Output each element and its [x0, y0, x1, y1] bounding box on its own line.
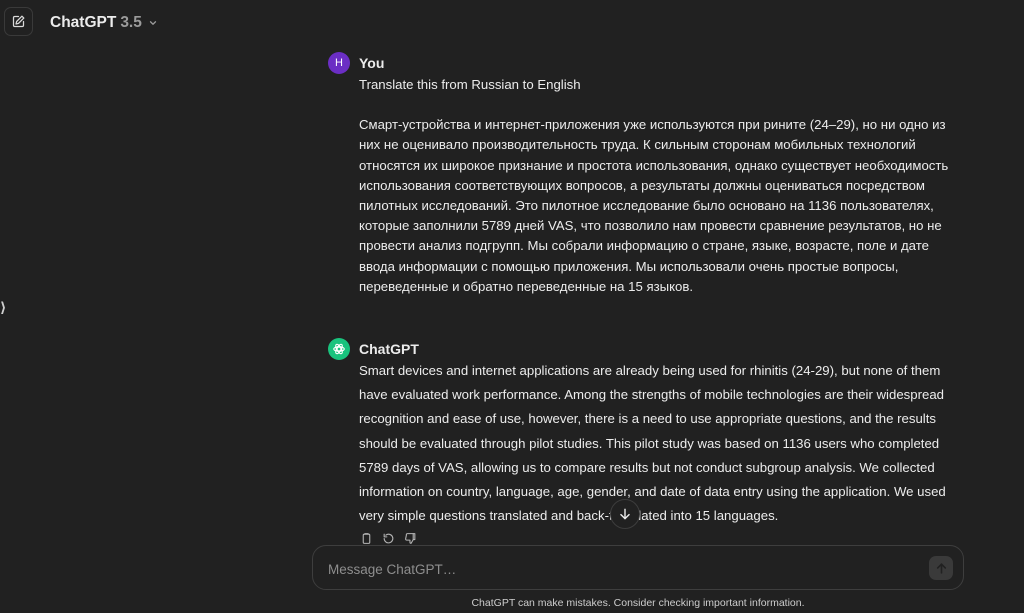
user-message: H You Translate this from Russian to Eng… — [328, 52, 958, 297]
new-chat-button[interactable] — [4, 7, 33, 36]
message-author: You — [359, 55, 385, 71]
regenerate-icon[interactable] — [381, 531, 396, 546]
chevron-right-icon: ⟩ — [0, 299, 7, 315]
edit-icon — [11, 14, 26, 29]
thumbs-down-icon[interactable] — [403, 531, 418, 546]
arrow-down-icon — [618, 507, 632, 521]
message-paragraph: Translate this from Russian to English — [359, 77, 581, 92]
model-version: 3.5 — [120, 14, 142, 31]
chevron-down-icon — [148, 18, 158, 28]
copy-icon[interactable] — [359, 531, 374, 546]
message-paragraph: Смарт-устройства и интернет-приложения у… — [359, 117, 949, 294]
send-button[interactable] — [929, 556, 953, 580]
scroll-to-bottom-button[interactable] — [610, 499, 640, 529]
sidebar-toggle-button[interactable]: ⟩ — [0, 298, 8, 316]
user-avatar: H — [328, 52, 350, 74]
message-author: ChatGPT — [359, 341, 419, 357]
message-actions — [359, 531, 418, 546]
message-input[interactable] — [326, 555, 910, 583]
message-composer — [312, 545, 964, 590]
model-selector[interactable]: ChatGPT 3.5 — [50, 12, 158, 34]
model-name: ChatGPT — [50, 14, 117, 31]
disclaimer-text: ChatGPT can make mistakes. Consider chec… — [471, 597, 805, 609]
openai-logo-icon — [328, 338, 350, 360]
message-text: Smart devices and internet applications … — [359, 363, 946, 524]
assistant-message: ChatGPT Smart devices and internet appli… — [328, 338, 958, 528]
arrow-up-icon — [935, 562, 948, 575]
